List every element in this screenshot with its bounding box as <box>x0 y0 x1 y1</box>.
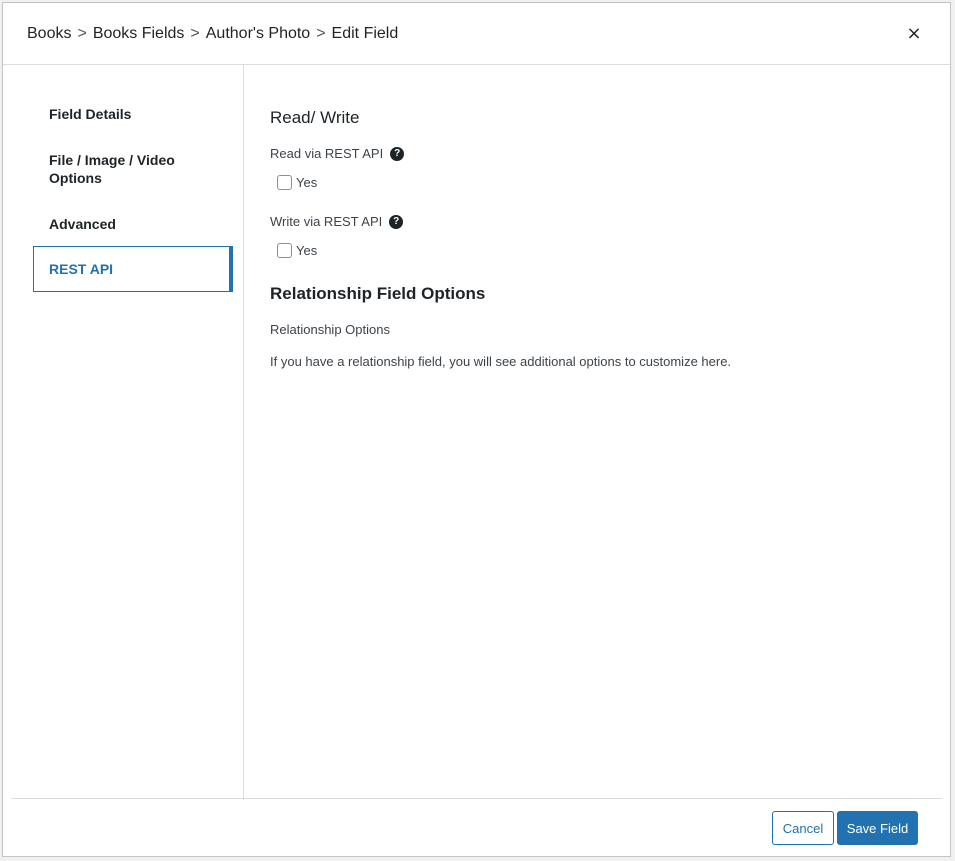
breadcrumb-item-current: Edit Field <box>331 24 399 42</box>
write-via-rest-checkbox-row[interactable]: Yes <box>277 243 317 258</box>
sidebar-nav: Field Details File / Image / Video Optio… <box>3 65 244 800</box>
sidebar-item-advanced[interactable]: Advanced <box>33 215 233 233</box>
breadcrumb-item-field[interactable]: Author's Photo <box>206 25 310 43</box>
write-via-rest-label: Write via REST API ? <box>270 214 404 229</box>
breadcrumb-separator: > <box>190 24 200 42</box>
sidebar-item-file-options[interactable]: File / Image / Video Options <box>33 151 233 187</box>
breadcrumb-item-books[interactable]: Books <box>27 25 71 43</box>
relationship-options-title: Relationship Field Options <box>270 284 486 303</box>
read-via-rest-option-label: Yes <box>296 175 318 190</box>
question-circle-icon[interactable]: ? <box>390 146 405 161</box>
relationship-options-description: If you have a relationship field, you wi… <box>270 354 732 369</box>
close-icon[interactable]: × <box>904 23 924 44</box>
read-write-title: Read/ Write <box>270 108 360 127</box>
read-via-rest-label-text: Read via REST API <box>270 146 384 161</box>
question-circle-icon[interactable]: ? <box>389 214 404 229</box>
write-via-rest-checkbox[interactable] <box>277 243 292 258</box>
breadcrumb-separator: > <box>77 24 87 42</box>
save-field-button[interactable]: Save Field <box>837 811 918 845</box>
relationship-options-subtitle: Relationship Options <box>270 322 390 337</box>
read-via-rest-label: Read via REST API ? <box>270 146 405 161</box>
sidebar-item-rest-api[interactable]: REST API <box>33 246 233 292</box>
edit-field-modal: Books > Books Fields > Author's Photo > … <box>2 2 951 857</box>
breadcrumb-item-books-fields[interactable]: Books Fields <box>93 25 185 43</box>
breadcrumb: Books > Books Fields > Author's Photo > … <box>27 25 398 43</box>
read-via-rest-checkbox-row[interactable]: Yes <box>277 175 317 190</box>
sidebar-item-field-details[interactable]: Field Details <box>33 105 233 123</box>
modal-footer: Cancel Save Field <box>11 798 942 856</box>
read-via-rest-checkbox[interactable] <box>277 175 292 190</box>
cancel-button[interactable]: Cancel <box>772 811 834 845</box>
write-via-rest-label-text: Write via REST API <box>270 214 383 229</box>
breadcrumb-separator: > <box>316 24 326 42</box>
write-via-rest-option-label: Yes <box>296 243 318 258</box>
modal-header: Books > Books Fields > Author's Photo > … <box>3 3 950 65</box>
